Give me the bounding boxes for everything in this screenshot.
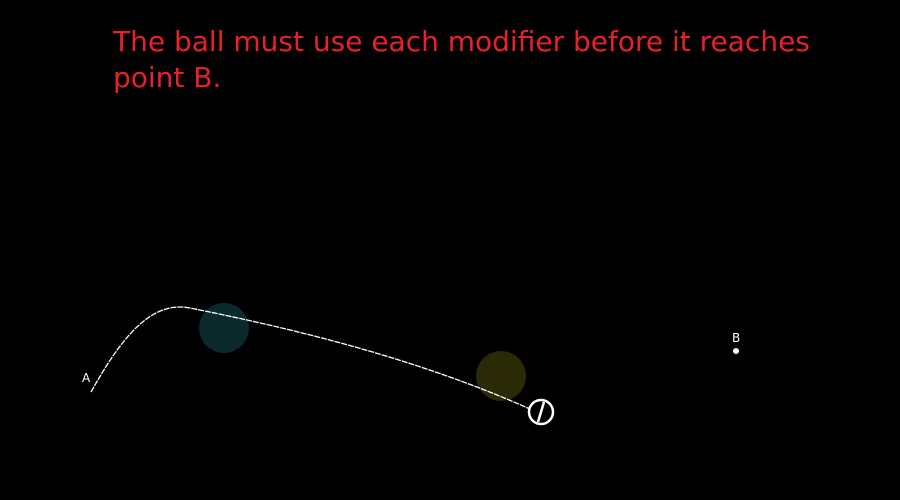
- point-b-marker: [733, 348, 739, 354]
- game-stage[interactable]: The ball must use each modifier before i…: [0, 0, 900, 500]
- ball-trajectory: [90, 306, 531, 410]
- point-a-label: A: [82, 371, 91, 385]
- ball[interactable]: [527, 398, 555, 426]
- point-b-label: B: [732, 331, 740, 345]
- modifier-olive[interactable]: [476, 351, 526, 401]
- game-scene[interactable]: A B: [0, 0, 900, 500]
- modifier-teal[interactable]: [199, 303, 249, 353]
